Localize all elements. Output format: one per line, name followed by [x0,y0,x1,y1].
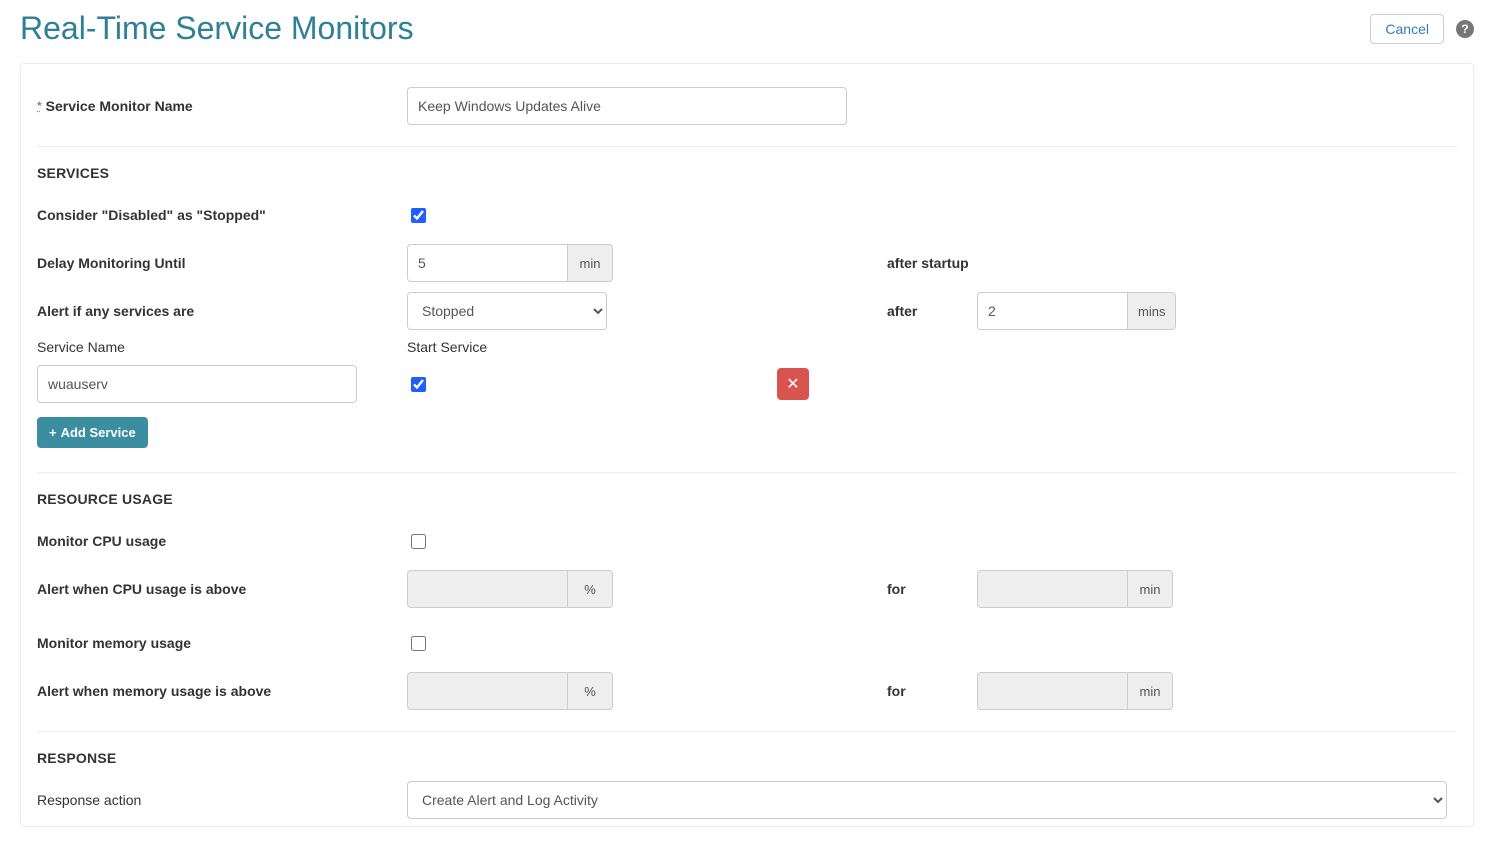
monitor-memory-label: Monitor memory usage [37,635,407,651]
memory-threshold-input[interactable] [407,672,567,710]
cancel-button[interactable]: Cancel [1370,14,1444,44]
cpu-for-label: for [857,581,977,597]
close-icon: ✕ [786,374,799,394]
memory-for-label: for [857,683,977,699]
page-header: Real-Time Service Monitors Cancel ? [20,10,1474,57]
required-indicator: * [37,99,42,113]
start-service-header: Start Service [407,339,487,355]
service-monitor-name-input[interactable] [407,87,847,125]
response-action-label: Response action [37,792,407,808]
divider [37,731,1457,732]
after-label: after [857,303,977,319]
services-section-title: SERVICES [37,165,1457,181]
memory-alert-label: Alert when memory usage is above [37,683,407,699]
cpu-duration-input[interactable] [977,570,1127,608]
after-startup-label: after startup [857,255,977,271]
cpu-min-unit: min [1127,570,1173,608]
monitor-memory-checkbox[interactable] [411,636,426,651]
cpu-percent-unit: % [567,570,613,608]
alert-if-label: Alert if any services are [37,303,407,319]
form-panel: * Service Monitor Name SERVICES Consider… [20,63,1474,827]
add-service-button[interactable]: + Add Service [37,417,148,448]
memory-duration-input[interactable] [977,672,1127,710]
alert-after-unit-label: mins [1127,292,1176,330]
monitor-cpu-checkbox[interactable] [411,534,426,549]
resource-usage-section-title: RESOURCE USAGE [37,491,1457,507]
service-name-input[interactable] [37,365,357,403]
page-title: Real-Time Service Monitors [20,10,414,47]
consider-disabled-label: Consider "Disabled" as "Stopped" [37,207,407,223]
remove-service-button[interactable]: ✕ [777,368,809,400]
delay-unit-label: min [567,244,613,282]
memory-min-unit: min [1127,672,1173,710]
divider [37,472,1457,473]
response-section-title: RESPONSE [37,750,1457,766]
alert-after-duration-input[interactable] [977,292,1127,330]
monitor-cpu-label: Monitor CPU usage [37,533,407,549]
cpu-threshold-input[interactable] [407,570,567,608]
delay-monitoring-label: Delay Monitoring Until [37,255,407,271]
consider-disabled-checkbox[interactable] [411,208,426,223]
delay-monitoring-input[interactable] [407,244,567,282]
help-icon[interactable]: ? [1456,20,1474,38]
add-service-label: Add Service [61,425,136,440]
memory-percent-unit: % [567,672,613,710]
alert-if-select[interactable]: Stopped [407,292,607,330]
plus-icon: + [49,425,57,440]
divider [37,146,1457,147]
service-monitor-name-label: Service Monitor Name [46,98,193,114]
service-row: ✕ [37,365,1457,403]
start-service-checkbox[interactable] [411,377,426,392]
service-name-header: Service Name [37,339,407,355]
cpu-alert-label: Alert when CPU usage is above [37,581,407,597]
response-action-select[interactable]: Create Alert and Log Activity [407,781,1447,819]
